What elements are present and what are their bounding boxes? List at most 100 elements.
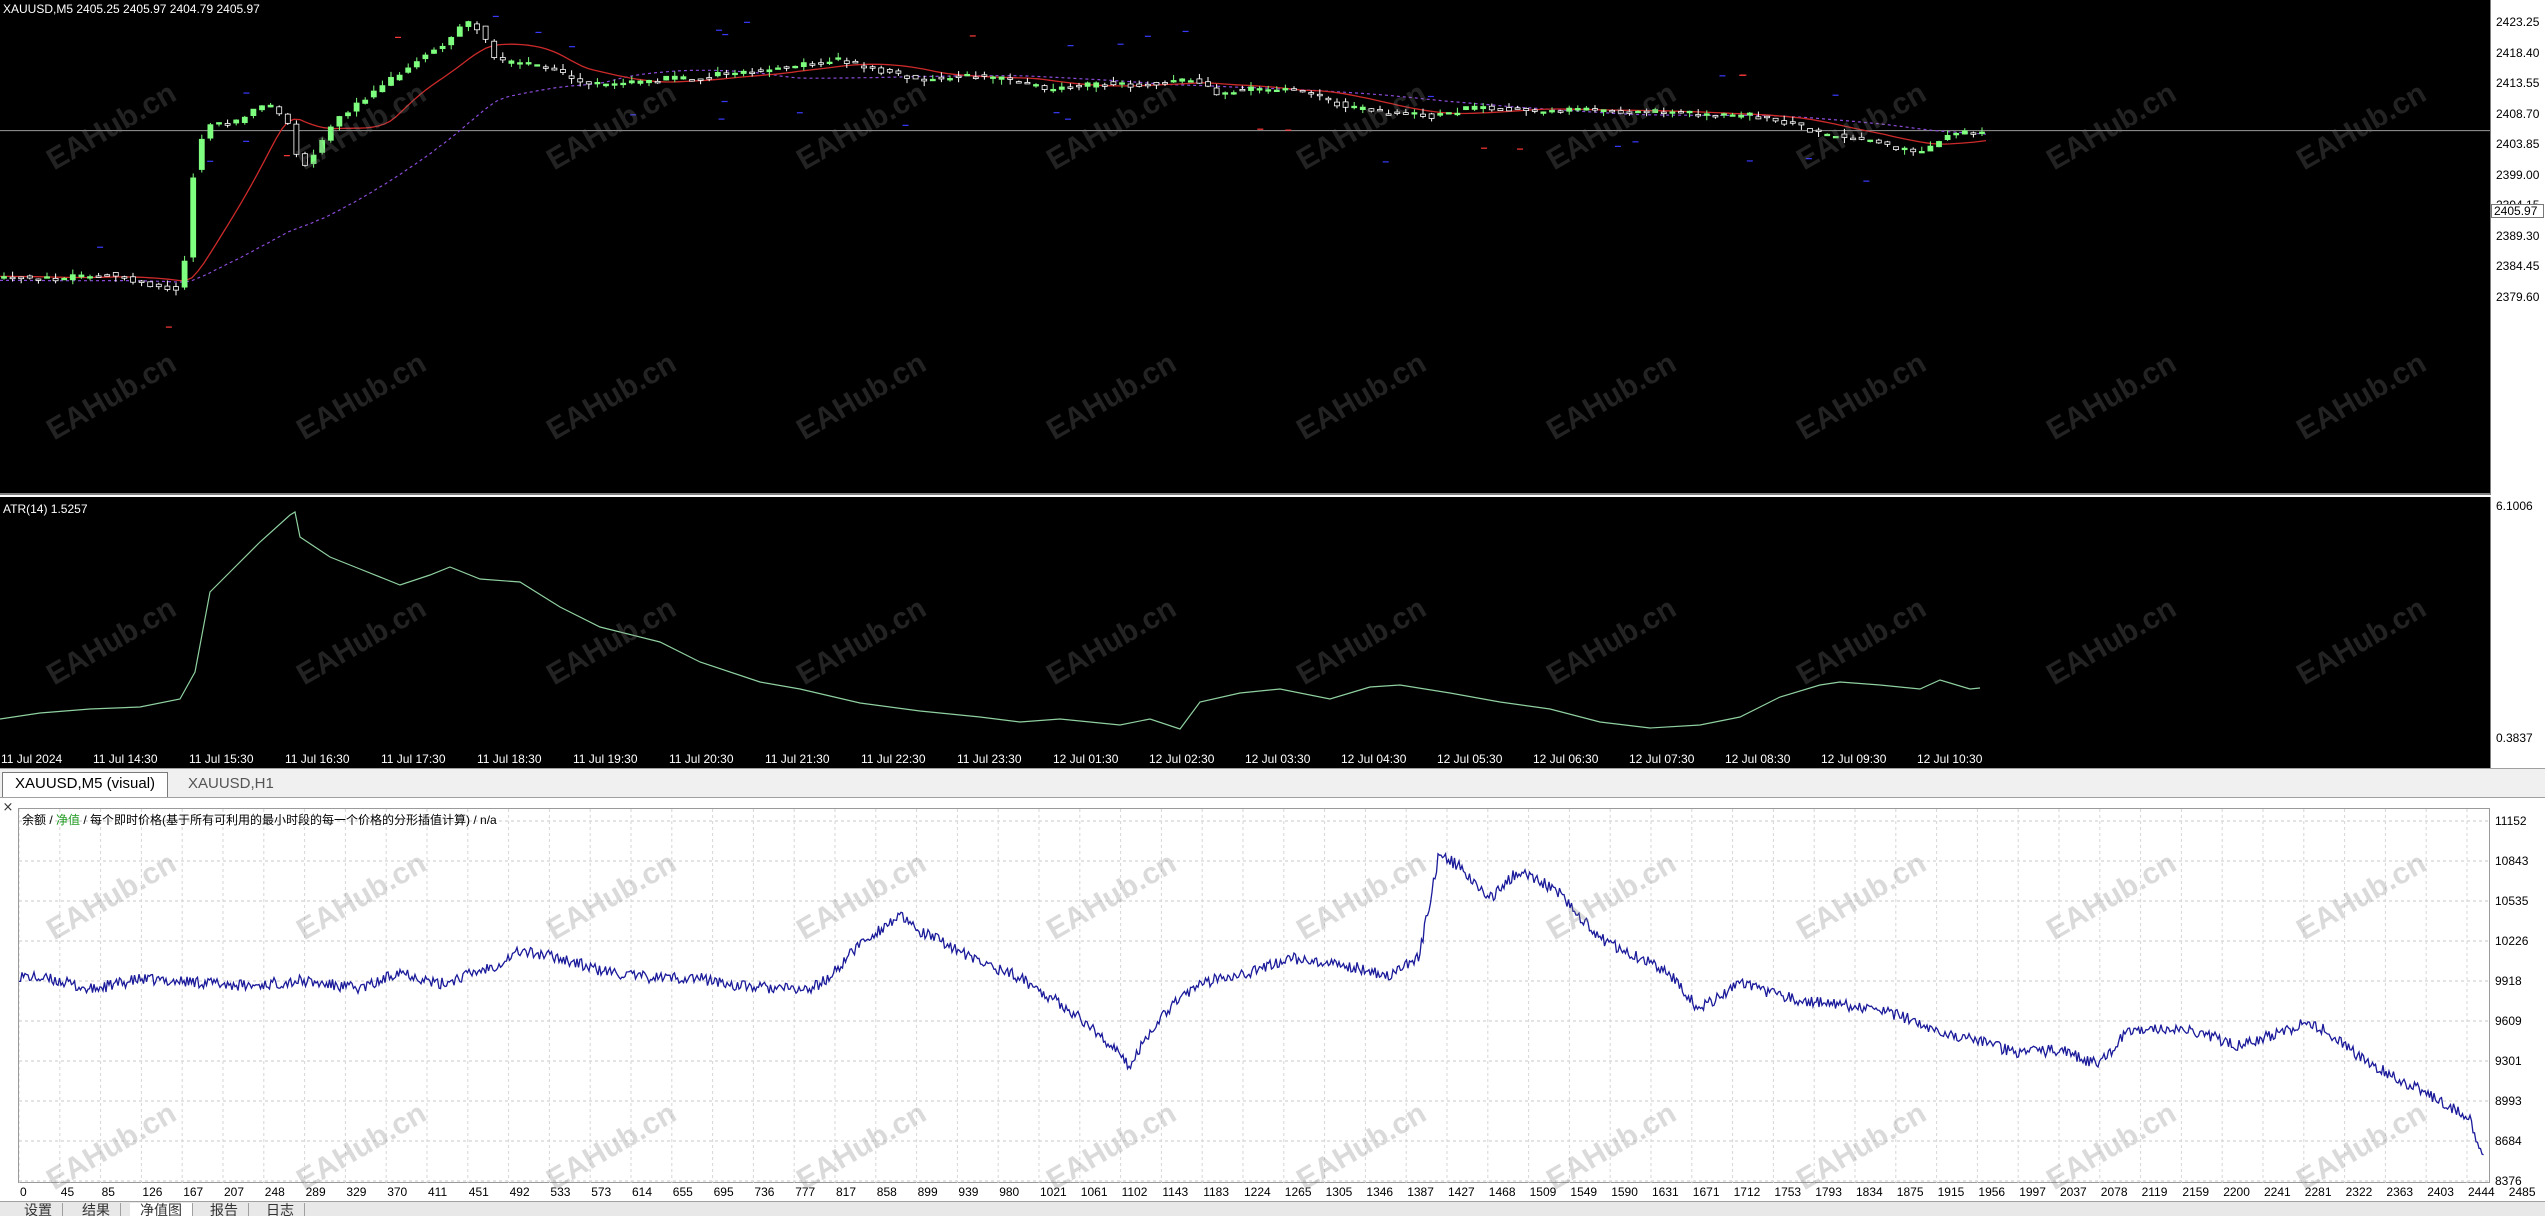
tab-settings[interactable]: 设置: [14, 1203, 63, 1216]
symbol-info: XAUUSD,M5 2405.25 2405.97 2404.79 2405.9…: [3, 2, 260, 16]
candle-body: [671, 75, 678, 80]
candle-body: [1205, 81, 1211, 87]
candle-body: [714, 72, 721, 77]
candle-body: [542, 66, 549, 69]
candle-body: [9, 276, 16, 280]
candle-body: [1617, 110, 1624, 114]
equity-y-tick-label: 10226: [2495, 934, 2529, 948]
candle-body: [353, 102, 360, 112]
time-tick-label: 12 Jul 09:30: [1821, 752, 1887, 766]
candle-body: [1368, 108, 1375, 112]
candle-body: [1136, 83, 1143, 87]
equity-x-tick-label: 1021: [1040, 1185, 1067, 1199]
equity-x-tick-label: 2485: [2508, 1185, 2536, 1199]
equity-x-tick-label: 329: [346, 1185, 367, 1199]
candle-body: [1824, 133, 1831, 137]
equity-y-tick-label: 10843: [2495, 854, 2529, 868]
time-tick-label: 11 Jul 14:30: [93, 752, 158, 766]
equity-y-tick-label: 10535: [2495, 894, 2529, 908]
candle-body: [1721, 113, 1727, 116]
equity-x-tick-label: 2403: [2427, 1185, 2454, 1199]
equity-x-tick-label: 1753: [1774, 1185, 1802, 1199]
candle-body: [1024, 82, 1031, 85]
time-tick-label: 12 Jul 06:30: [1533, 752, 1599, 766]
candle-body: [1626, 111, 1633, 114]
candle-body: [1282, 88, 1289, 91]
equity-x-tick-label: 533: [550, 1185, 571, 1199]
candle-body: [775, 67, 781, 70]
candle-body: [319, 139, 326, 153]
tab-results[interactable]: 结果: [72, 1203, 121, 1216]
candle-body: [929, 78, 936, 82]
equity-x-tick-label: 2444: [2468, 1185, 2495, 1199]
candle-body: [1471, 105, 1478, 110]
candle-body: [1635, 110, 1641, 114]
candle-body: [818, 62, 824, 65]
equity-legend: 余额 / 净值 / 每个即时价格(基于所有可利用的最小时段的每一个价格的分形插值…: [22, 811, 497, 828]
candle-body: [396, 74, 403, 81]
candle-body: [112, 272, 119, 277]
candle-body: [1755, 116, 1762, 120]
tab-equity-graph[interactable]: 净值图: [130, 1203, 193, 1216]
candle-body: [1643, 110, 1650, 114]
time-tick-label: 12 Jul 10:30: [1917, 752, 1983, 766]
equity-x-tick-label: 1427: [1448, 1185, 1475, 1199]
candle-body: [1798, 122, 1805, 126]
candle-body: [904, 75, 910, 79]
time-tick-label: 11 Jul 20:30: [669, 752, 734, 766]
price-tick-label: 2379.60: [2496, 289, 2540, 304]
candle-body: [585, 81, 592, 85]
price-chart[interactable]: [0, 0, 2490, 495]
candle-body: [723, 72, 730, 75]
candle-body: [869, 66, 876, 69]
candle-body: [448, 37, 455, 46]
equity-chart[interactable]: [18, 808, 2491, 1184]
close-icon[interactable]: ×: [0, 800, 16, 816]
candle-body: [250, 108, 257, 116]
atr-indicator-pane[interactable]: [0, 497, 2490, 750]
candle-body: [233, 119, 240, 124]
equity-x-tick-label: 2037: [2060, 1185, 2087, 1199]
time-tick-label: 11 Jul 2024: [1, 752, 63, 766]
time-tick-label: 12 Jul 07:30: [1629, 752, 1695, 766]
equity-y-tick-label: 8684: [2495, 1134, 2522, 1148]
candle-body: [972, 76, 979, 79]
candle-body: [1523, 108, 1530, 111]
candle-body: [697, 78, 704, 81]
equity-x-tick-label: 85: [101, 1185, 115, 1199]
equity-y-tick-label: 9301: [2495, 1054, 2522, 1068]
candle-body: [895, 70, 902, 74]
candle-body: [1153, 82, 1160, 86]
candle-body: [981, 74, 988, 77]
candle-body: [104, 274, 111, 277]
candle-body: [87, 276, 93, 279]
candle-body: [1101, 84, 1108, 87]
time-tick-label: 12 Jul 01:30: [1053, 752, 1119, 766]
equity-x-tick-label: 1875: [1896, 1185, 1924, 1199]
candle-body: [1738, 114, 1745, 118]
candle-body: [336, 116, 343, 127]
tab-report[interactable]: 报告: [200, 1203, 249, 1216]
candle-body: [843, 60, 850, 64]
candle-body: [1660, 111, 1667, 114]
candle-body: [1807, 128, 1813, 133]
equity-x-tick-label: 126: [142, 1185, 163, 1199]
equity-x-tick-label: 655: [672, 1185, 693, 1199]
tab-journal[interactable]: 日志: [256, 1203, 305, 1216]
candle-body: [826, 61, 833, 65]
candle-body: [1695, 114, 1702, 117]
candle-body: [138, 280, 145, 283]
time-tick-label: 11 Jul 21:30: [765, 752, 830, 766]
candle-body: [628, 80, 635, 84]
time-tick-label: 12 Jul 03:30: [1245, 752, 1311, 766]
legend-balance: 余额: [22, 813, 47, 827]
candle-body: [1463, 106, 1469, 111]
candle-body: [181, 260, 188, 288]
candle-body: [388, 76, 394, 86]
tab-xauusd-m5-visual[interactable]: XAUUSD,M5 (visual): [2, 772, 169, 797]
equity-x-tick-label: 939: [958, 1185, 979, 1199]
candle-body: [1179, 78, 1186, 82]
tab-xauusd-h1[interactable]: XAUUSD,H1: [176, 773, 286, 795]
candle-body: [1015, 81, 1022, 84]
candle-body: [508, 60, 515, 64]
